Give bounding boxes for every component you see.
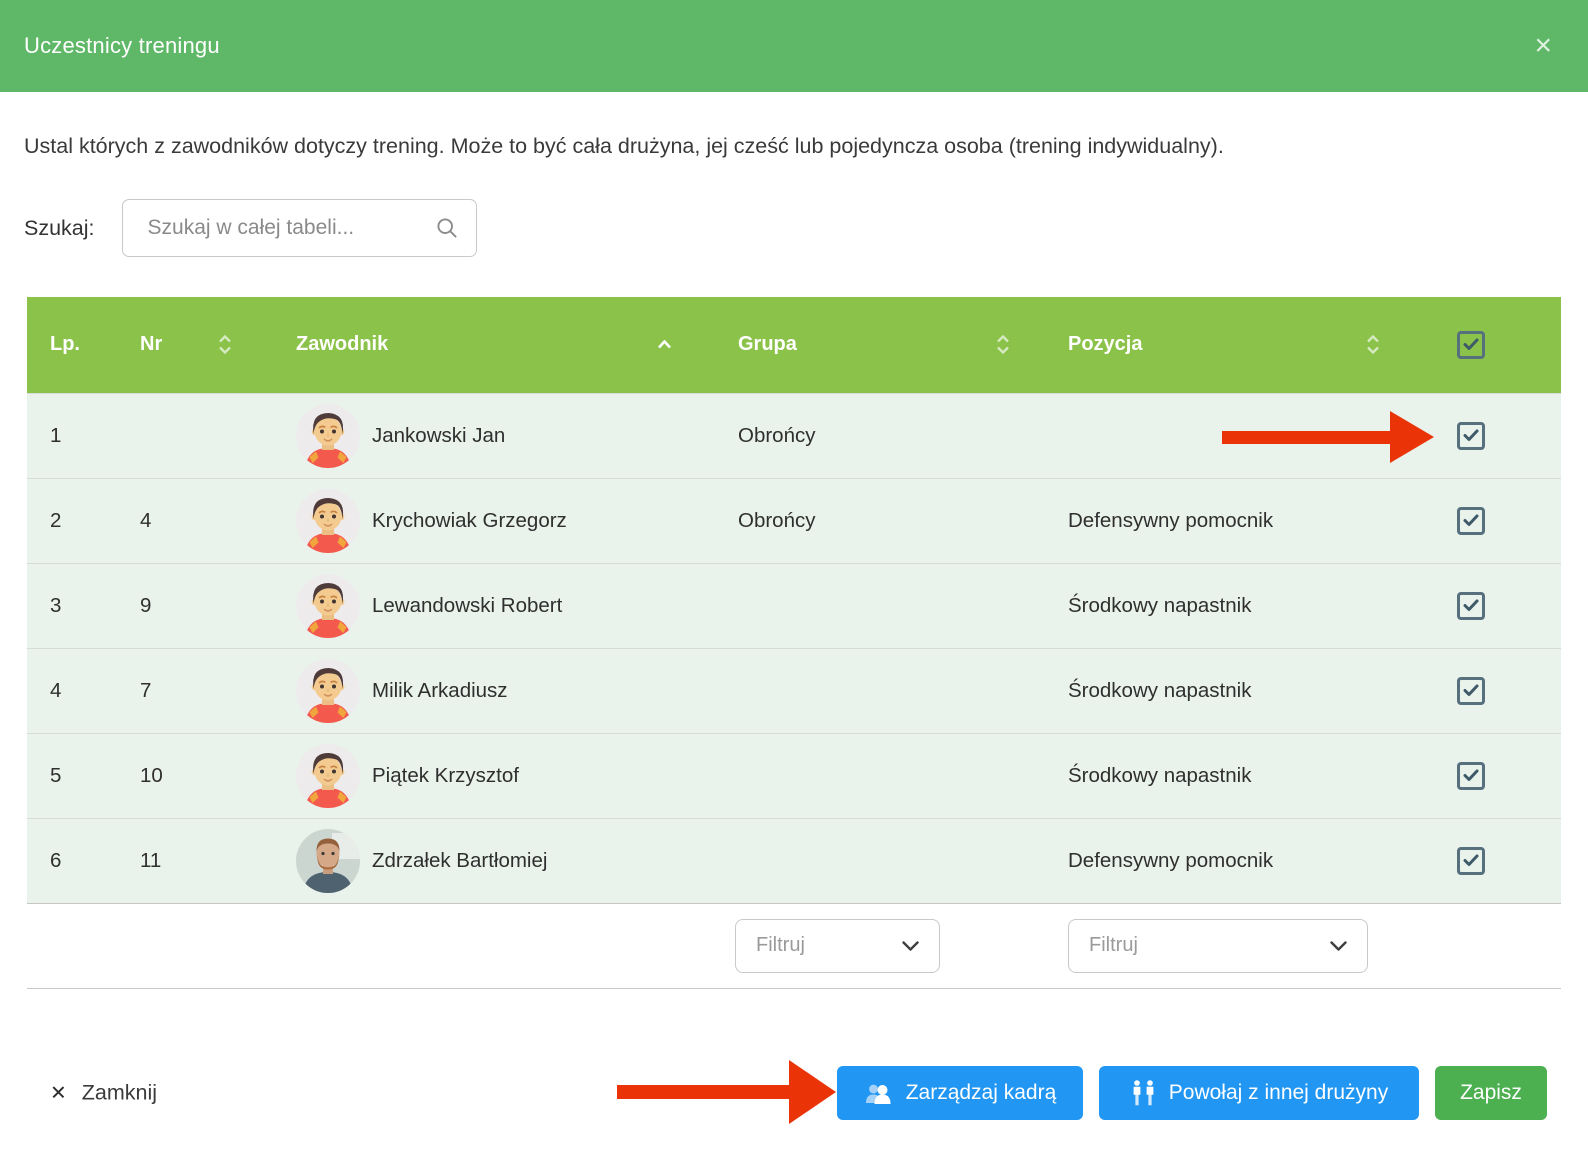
- select-all-checkbox[interactable]: [1457, 331, 1485, 359]
- cell-grupa: Obrońcy: [710, 478, 1040, 563]
- column-header-zawodnik[interactable]: Zawodnik: [283, 297, 710, 393]
- player-name: Jankowski Jan: [372, 424, 505, 448]
- cell-lp: 1: [27, 393, 128, 478]
- close-link-label: Zamknij: [82, 1081, 157, 1106]
- cell-lp: 3: [27, 563, 128, 648]
- player-name: Krychowiak Grzegorz: [372, 509, 567, 533]
- cell-lp: 5: [27, 733, 128, 818]
- save-button[interactable]: Zapisz: [1435, 1066, 1547, 1120]
- cell-lp: 2: [27, 478, 128, 563]
- cell-nr: 7: [128, 648, 283, 733]
- cell-pozycja: Środkowy napastnik: [1040, 733, 1410, 818]
- cell-grupa: Obrońcy: [710, 393, 1040, 478]
- cell-nr: 4: [128, 478, 283, 563]
- filter-row: Filtruj Filtruj: [27, 903, 1561, 988]
- cell-nr: 11: [128, 818, 283, 903]
- column-header-select-all: [1410, 297, 1561, 393]
- table-row: 6 11 Zdrzałek Bartłomiej Defensywny pomo…: [27, 818, 1561, 903]
- column-header-lp[interactable]: Lp.: [27, 297, 128, 393]
- modal-footer: ✕ Zamknij Zarządzaj kadrą Powołaj z inne…: [0, 1060, 1588, 1126]
- chevron-down-icon: [1330, 941, 1347, 951]
- player-name: Piątek Krzysztof: [372, 764, 519, 788]
- cell-grupa: [710, 818, 1040, 903]
- cell-grupa: [710, 563, 1040, 648]
- training-participants-modal: Uczestnicy treningu × Ustal których z za…: [0, 0, 1588, 1168]
- cell-pozycja: Defensywny pomocnik: [1040, 478, 1410, 563]
- cell-lp: 6: [27, 818, 128, 903]
- sort-both-icon: [218, 335, 232, 354]
- row-checkbox[interactable]: [1457, 762, 1485, 790]
- filter-grupa-dropdown[interactable]: Filtruj: [735, 919, 940, 973]
- manage-squad-button[interactable]: Zarządzaj kadrą: [837, 1066, 1083, 1120]
- column-header-grupa[interactable]: Grupa: [710, 297, 1040, 393]
- player-name: Zdrzałek Bartłomiej: [372, 849, 547, 873]
- cell-nr: [128, 393, 283, 478]
- call-up-from-other-team-button[interactable]: Powołaj z innej drużyny: [1099, 1066, 1419, 1120]
- people-icon: [1130, 1080, 1157, 1107]
- player-avatar: [296, 404, 360, 468]
- player-avatar: [296, 744, 360, 808]
- cell-pozycja: [1040, 393, 1410, 478]
- cell-grupa: [710, 733, 1040, 818]
- row-checkbox[interactable]: [1457, 507, 1485, 535]
- table-row: 2 4 Krychowiak Grzegorz Obrońcy Defensyw…: [27, 478, 1561, 563]
- modal-header: Uczestnicy treningu ×: [0, 0, 1588, 92]
- sort-both-icon: [996, 335, 1010, 354]
- search-label: Szukaj:: [24, 216, 95, 241]
- cell-pozycja: Środkowy napastnik: [1040, 563, 1410, 648]
- search-row: Szukaj:: [24, 199, 1564, 257]
- cell-nr: 9: [128, 563, 283, 648]
- player-name: Milik Arkadiusz: [372, 679, 508, 703]
- column-header-nr[interactable]: Nr: [128, 297, 283, 393]
- player-name: Lewandowski Robert: [372, 594, 562, 618]
- sort-both-icon: [1366, 335, 1380, 354]
- column-header-pozycja[interactable]: Pozycja: [1040, 297, 1410, 393]
- row-checkbox[interactable]: [1457, 592, 1485, 620]
- player-avatar: [296, 829, 360, 893]
- participants-table: Lp. Nr Zawodnik Grupa Pozycja: [27, 297, 1561, 989]
- cell-lp: 4: [27, 648, 128, 733]
- table-row: 5 10 Piątek Krzysztof Środkowy napastnik: [27, 733, 1561, 818]
- row-checkbox[interactable]: [1457, 422, 1485, 450]
- cell-pozycja: Defensywny pomocnik: [1040, 818, 1410, 903]
- modal-description: Ustal których z zawodników dotyczy treni…: [24, 134, 1564, 159]
- search-box: [122, 199, 477, 257]
- table-row: 4 7 Milik Arkadiusz Środkowy napastnik: [27, 648, 1561, 733]
- player-avatar: [296, 574, 360, 638]
- cell-pozycja: Środkowy napastnik: [1040, 648, 1410, 733]
- cell-nr: 10: [128, 733, 283, 818]
- table-row: 1 Jankowski Jan Obrońcy: [27, 393, 1561, 478]
- search-icon: [436, 217, 458, 239]
- row-checkbox[interactable]: [1457, 847, 1485, 875]
- cell-grupa: [710, 648, 1040, 733]
- table-header-row: Lp. Nr Zawodnik Grupa Pozycja: [27, 297, 1561, 393]
- chevron-down-icon: [902, 941, 919, 951]
- player-avatar: [296, 659, 360, 723]
- filter-pozycja-dropdown[interactable]: Filtruj: [1068, 919, 1368, 973]
- sort-asc-icon: [657, 340, 672, 349]
- close-modal-link[interactable]: ✕ Zamknij: [50, 1081, 157, 1106]
- users-icon: [864, 1081, 894, 1105]
- close-icon[interactable]: ×: [1534, 31, 1552, 61]
- page-title: Uczestnicy treningu: [24, 33, 220, 59]
- table-row: 3 9 Lewandowski Robert Środkowy napastni…: [27, 563, 1561, 648]
- player-avatar: [296, 489, 360, 553]
- row-checkbox[interactable]: [1457, 677, 1485, 705]
- close-x-icon: ✕: [50, 1081, 67, 1106]
- search-input[interactable]: [123, 200, 476, 256]
